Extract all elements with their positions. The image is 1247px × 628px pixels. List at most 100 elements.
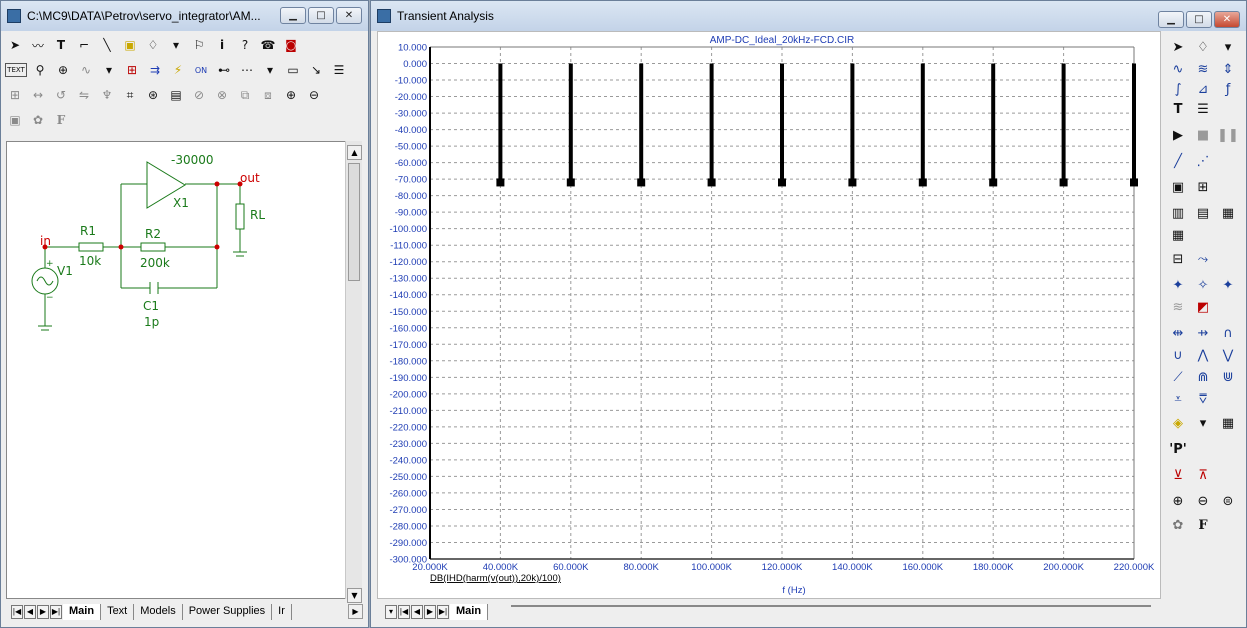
tab-main[interactable]: Main	[63, 604, 102, 620]
pin-connect-icon[interactable]: ⊷	[214, 60, 234, 80]
fall-icon[interactable]: ⋁	[1218, 345, 1238, 365]
wave-icon[interactable]: ∿	[1168, 59, 1188, 79]
ortho-wire-icon[interactable]: ⌐	[74, 35, 94, 55]
maximize-button[interactable]: □	[308, 7, 334, 24]
tab-nav-prev[interactable]: ◀	[411, 605, 423, 619]
font-icon[interactable]: F	[51, 110, 71, 130]
schematic-vertical-scrollbar[interactable]: ▲ ▼	[345, 141, 362, 603]
tag-y-icon[interactable]: ⊼	[1193, 465, 1213, 485]
min-icon[interactable]: ⋓	[1218, 367, 1238, 387]
flow-icon[interactable]: ⇉	[145, 60, 165, 80]
help-icon[interactable]: ?	[235, 35, 255, 55]
grid-icon[interactable]: ⊞	[1193, 177, 1213, 197]
chart-icon[interactable]: ◩	[1193, 297, 1213, 317]
grid-minor-icon[interactable]: ▦	[1168, 225, 1188, 245]
minimize-button[interactable]: ▁	[280, 7, 306, 24]
properties-icon[interactable]: ☰	[1193, 99, 1213, 119]
cancel-icon[interactable]: ⊗	[212, 85, 232, 105]
cursor-mid-icon[interactable]: ✧	[1193, 275, 1213, 295]
bottom-icon[interactable]: ⩡	[1168, 389, 1188, 409]
book-icon[interactable]: ▤	[166, 85, 186, 105]
baseline-icon[interactable]: ⊟	[1168, 249, 1188, 269]
dropdown-icon[interactable]: ▾	[1193, 413, 1213, 433]
grid-horizontal-icon[interactable]: ▤	[1193, 203, 1213, 223]
info-icon[interactable]: i	[212, 35, 232, 55]
grid-lines-icon[interactable]: ▦	[1218, 203, 1238, 223]
close-button[interactable]: ✕	[1214, 11, 1240, 28]
step-icon[interactable]: ♆	[97, 85, 117, 105]
peak-right-icon[interactable]: ⇸	[1193, 323, 1213, 343]
warning-icon[interactable]: ⊘	[189, 85, 209, 105]
maximize-button[interactable]: □	[1186, 11, 1212, 28]
dropdown-icon[interactable]: ▾	[1218, 37, 1238, 57]
peak-left-icon[interactable]: ⇹	[1168, 323, 1188, 343]
stack-icon[interactable]: ≋	[1168, 297, 1188, 317]
grid-dots-icon[interactable]: ⋯	[237, 60, 257, 80]
tab-nav-next[interactable]: ▶	[424, 605, 436, 619]
fx-icon[interactable]: ƒ	[1218, 79, 1238, 99]
analysis-title-bar[interactable]: Transient Analysis ▁ □ ✕	[371, 1, 1246, 31]
waves-icon[interactable]: ≋	[1193, 59, 1213, 79]
node-voltage-icon[interactable]: ∿	[76, 60, 96, 80]
line-icon[interactable]: ╱	[1168, 151, 1188, 171]
scroll-up-arrow[interactable]: ▲	[347, 145, 362, 160]
tab-main[interactable]: Main	[450, 604, 489, 620]
zoom-out-icon[interactable]: ⊖	[1193, 491, 1213, 511]
attribute-icon[interactable]: ⚲	[30, 60, 50, 80]
flag-icon[interactable]: ⚐	[189, 35, 209, 55]
horizontal-scrollbar[interactable]	[511, 605, 1151, 607]
dropdown-icon[interactable]: ▾	[166, 35, 186, 55]
wire-icon[interactable]: 〰	[28, 35, 48, 55]
flip-icon[interactable]: ↔	[28, 85, 48, 105]
current-icon[interactable]: ⊞	[122, 60, 142, 80]
component-icon[interactable]: ▣	[120, 35, 140, 55]
align-icon[interactable]: ⊞	[5, 85, 25, 105]
power-icon[interactable]: ⚡	[168, 60, 188, 80]
tab-models[interactable]: Models	[134, 604, 183, 620]
scroll-thumb[interactable]	[348, 163, 360, 281]
select-arrow-icon[interactable]: ➤	[1168, 37, 1188, 57]
camera-icon[interactable]: ▣	[5, 110, 25, 130]
table-icon[interactable]: ▦	[1218, 413, 1238, 433]
properties-icon[interactable]: ☰	[329, 60, 349, 80]
frame-icon[interactable]: ▣	[1168, 177, 1188, 197]
shapes-icon[interactable]: ♢	[1193, 37, 1213, 57]
slope-icon[interactable]: ⟋	[1168, 367, 1188, 387]
zoom-out-icon[interactable]: ⊖	[304, 85, 324, 105]
dropdown-icon[interactable]: ▾	[99, 60, 119, 80]
minimize-button[interactable]: ▁	[1158, 11, 1184, 28]
measure-icon[interactable]: ⊿	[1193, 79, 1213, 99]
peak-icon[interactable]: ∩	[1218, 323, 1238, 343]
tab-nav-first[interactable]: |◀	[398, 605, 410, 619]
probe-icon[interactable]: ☎	[258, 35, 278, 55]
border-icon[interactable]: ▭	[283, 60, 303, 80]
copy-icon[interactable]: ⧉	[235, 85, 255, 105]
color-palette-icon[interactable]: ◈	[1168, 413, 1188, 433]
pause-icon[interactable]: ❚❚	[1217, 125, 1239, 145]
diagonal-wire-icon[interactable]: ╲	[97, 35, 117, 55]
top-icon[interactable]: ⩢	[1193, 389, 1213, 409]
stop-icon[interactable]: ■	[1193, 125, 1213, 145]
close-button[interactable]: ✕	[336, 7, 362, 24]
cursor-left-icon[interactable]: ✦	[1168, 275, 1188, 295]
tab-power-supplies[interactable]: Power Supplies	[183, 604, 273, 620]
brain-icon[interactable]: ✿	[28, 110, 48, 130]
mirror-icon[interactable]: ⇋	[74, 85, 94, 105]
rotate-icon[interactable]: ↺	[51, 85, 71, 105]
on-icon[interactable]: ON	[191, 60, 211, 80]
brain-icon[interactable]: ✿	[1168, 515, 1188, 535]
tab-nav-last[interactable]: ▶|	[437, 605, 449, 619]
tab-nav-last[interactable]: ▶|	[50, 605, 62, 619]
plot-area[interactable]: 10.000 0.000 -10.000 -20.000 -30.000 -40.000 -…	[377, 31, 1161, 599]
max-icon[interactable]: ⋒	[1193, 367, 1213, 387]
p-label-icon[interactable]: 'P'	[1168, 439, 1188, 459]
valley-icon[interactable]: ∪	[1168, 345, 1188, 365]
dropdown-icon[interactable]: ▾	[260, 60, 280, 80]
chart[interactable]: 10.000 0.000 -10.000 -20.000 -30.000 -40.000 -…	[378, 32, 1162, 600]
stop-icon[interactable]: ◙	[281, 35, 301, 55]
scale-icon[interactable]: ⇕	[1218, 59, 1238, 79]
tabs-scroll-right[interactable]: ▶	[348, 604, 363, 619]
find-icon[interactable]: ⊛	[143, 85, 163, 105]
fourier-icon[interactable]: ∫	[1168, 79, 1188, 99]
text-tool-icon[interactable]: T	[51, 35, 71, 55]
